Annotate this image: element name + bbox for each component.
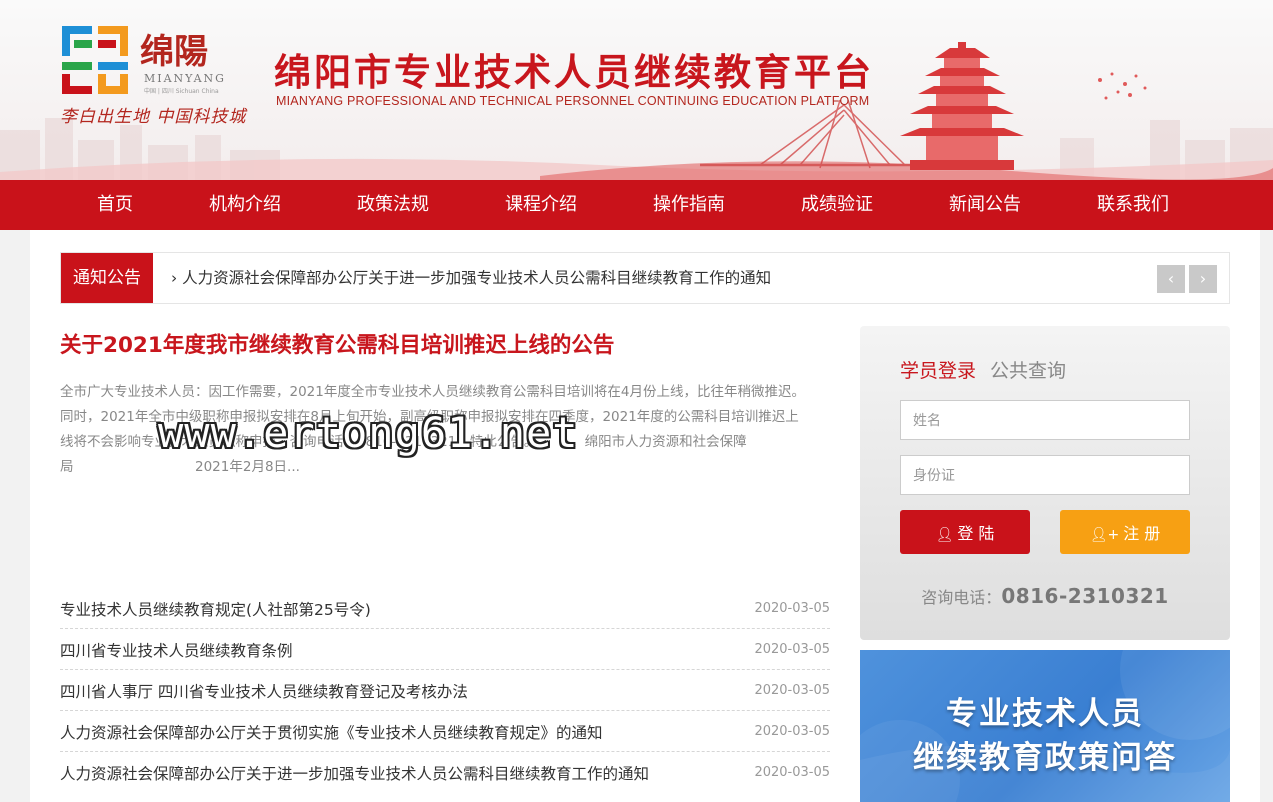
news-date: 2020-03-05 [754, 683, 830, 698]
main-nav: 首页 机构介绍 政策法规 课程介绍 操作指南 成绩验证 新闻公告 联系我们 [0, 180, 1273, 230]
policy-qa-banner[interactable]: 专业技术人员 继续教育政策问答 [860, 650, 1230, 802]
add-user-icon: 👤︎+ [1089, 527, 1120, 543]
phone-number: 0816-2310321 [1001, 584, 1169, 608]
login-button[interactable]: 👤︎ 登 陆 [900, 510, 1030, 554]
logo-sub: MIANYANG [144, 72, 226, 85]
banner-line1: 专业技术人员 [946, 696, 1144, 732]
news-date: 2020-03-05 [754, 765, 830, 780]
name-input[interactable] [900, 400, 1190, 440]
main-content: 通知公告 › 人力资源社会保障部办公厅关于进一步加强专业技术人员公需科目继续教育… [30, 230, 1260, 802]
register-button[interactable]: 👤︎+ 注 册 [1060, 510, 1190, 554]
news-list-item[interactable]: 人力资源社会保障部办公厅关于贯彻实施《专业技术人员继续教育规定》的通知 2020… [60, 711, 830, 752]
nav-item-news[interactable]: 新闻公告 [925, 180, 1045, 230]
nav-item-policy[interactable]: 政策法规 [333, 180, 453, 230]
logo-slogan: 李白出生地 中国科技城 [60, 107, 247, 127]
site-header: 绵陽 MIANYANG 中国 | 四川 Sichuan China 李白出生地 … [0, 0, 1273, 180]
nav-item-courses[interactable]: 课程介绍 [481, 180, 601, 230]
feature-article-title[interactable]: 关于2021年度我市继续教育公需科目培训推迟上线的公告 [60, 328, 614, 359]
news-title: 人力资源社会保障部办公厅关于进一步加强专业技术人员公需科目继续教育工作的通知 [60, 765, 650, 783]
summary-line: 局 2021年2月8日... [60, 459, 300, 475]
news-title: 人力资源社会保障部办公厅关于贯彻实施《专业技术人员继续教育规定》的通知 [60, 724, 603, 742]
consult-phone: 咨询电话：0816-2310321 [860, 584, 1230, 608]
site-subtitle: MIANYANG PROFESSIONAL AND TECHNICAL PERS… [276, 94, 870, 108]
nav-item-about[interactable]: 机构介绍 [185, 180, 305, 230]
phone-label: 咨询电话： [921, 588, 1002, 607]
tab-public-query[interactable]: 公共查询 [990, 356, 1066, 383]
news-date: 2020-03-05 [754, 724, 830, 739]
news-list-item[interactable]: 四川省专业技术人员继续教育条例 2020-03-05 [60, 629, 830, 670]
notice-next-button[interactable]: › [1189, 265, 1217, 293]
nav-item-guide[interactable]: 操作指南 [629, 180, 749, 230]
notice-prev-button[interactable]: ‹ [1157, 265, 1185, 293]
nav-item-verify[interactable]: 成绩验证 [777, 180, 897, 230]
news-list-item[interactable]: 人力资源社会保障部办公厅关于进一步加强专业技术人员公需科目继续教育工作的通知 2… [60, 752, 830, 793]
id-card-input[interactable] [900, 455, 1190, 495]
news-list: 专业技术人员继续教育规定(人社部第25号令) 2020-03-05 四川省专业技… [60, 588, 830, 793]
nav-item-contact[interactable]: 联系我们 [1073, 180, 1193, 230]
news-date: 2020-03-05 [754, 642, 830, 657]
site-title: 绵阳市专业技术人员继续教育平台 [274, 51, 874, 94]
news-list-item[interactable]: 专业技术人员继续教育规定(人社部第25号令) 2020-03-05 [60, 588, 830, 629]
nav-item-home[interactable]: 首页 [55, 180, 175, 230]
news-title: 四川省专业技术人员继续教育条例 [60, 642, 293, 660]
login-panel: 学员登录 公共查询 👤︎登 陆 👤︎+注 册 咨询电话：0816-2310321 [860, 326, 1230, 640]
notice-bar: 通知公告 › 人力资源社会保障部办公厅关于进一步加强专业技术人员公需科目继续教育… [60, 252, 1230, 304]
notice-ticker-link[interactable]: › 人力资源社会保障部办公厅关于进一步加强专业技术人员公需科目继续教育工作的通知 [171, 253, 771, 303]
logo-emblem-icon [62, 26, 128, 94]
login-button-label: 登 陆 [957, 524, 995, 543]
news-date: 2020-03-05 [754, 601, 830, 616]
summary-line: 全市广大专业技术人员：因工作需要，2021年度全市专业技术人员继续教育公需科目培… [60, 384, 805, 400]
tab-student-login[interactable]: 学员登录 [900, 356, 976, 383]
logo-tiny: 中国 | 四川 Sichuan China [144, 88, 219, 95]
notice-label: 通知公告 [61, 253, 153, 303]
news-title: 专业技术人员继续教育规定(人社部第25号令) [60, 601, 371, 619]
news-list-item[interactable]: 四川省人事厅 四川省专业技术人员继续教育登记及考核办法 2020-03-05 [60, 670, 830, 711]
logo-text: 绵陽 [140, 32, 208, 72]
watermark-text: www.ertong61.net [158, 408, 579, 457]
news-title: 四川省人事厅 四川省专业技术人员继续教育登记及考核办法 [60, 683, 468, 701]
user-icon: 👤︎ [935, 527, 954, 543]
banner-line2: 继续教育政策问答 [913, 740, 1177, 776]
register-button-label: 注 册 [1123, 524, 1161, 543]
